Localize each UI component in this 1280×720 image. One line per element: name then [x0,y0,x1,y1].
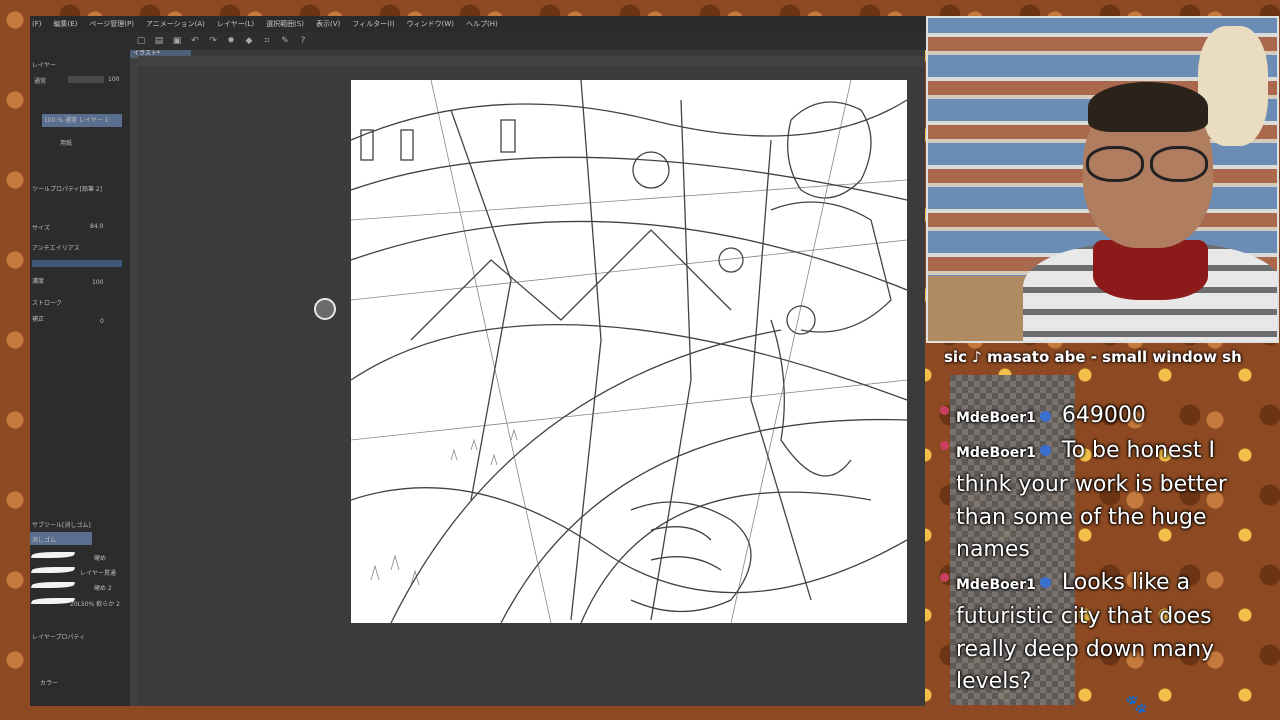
brush-name-4[interactable]: 20L50% 軟らか 2 [70,599,120,608]
menu-bar: (F) 編集(E) ページ管理(P) アニメーション(A) レイヤー(L) 選択… [30,16,927,32]
opacity-slider[interactable] [68,76,104,83]
menu-view[interactable]: 表示(V) [316,16,340,32]
density-label: 濃度 [32,278,45,285]
menu-window[interactable]: ウィンドウ(W) [407,16,454,32]
layer-panel-label: レイヤー [32,62,56,69]
antialias-label: アンチエイリアス [32,245,80,252]
menu-page[interactable]: ページ管理(P) [89,16,134,32]
sketch-drawing [351,80,907,623]
save-icon[interactable]: ▣ [172,36,182,46]
menu-help[interactable]: ヘルプ(H) [466,16,498,32]
cat-paw-icon: 🐾 [1125,694,1148,715]
menu-file[interactable]: (F) [32,16,42,32]
transform-icon[interactable]: ⌗ [262,36,272,46]
menu-layer[interactable]: レイヤー(L) [217,16,254,32]
open-icon[interactable]: ▤ [154,36,164,46]
pen-icon[interactable]: ✎ [280,36,290,46]
left-panel: レイヤー 通常 100 100 % 通常 レイヤー 1 用紙 ツールプロパティ[… [30,32,130,706]
chat-username: MdeBoer1 [956,444,1036,461]
brush-name-3[interactable]: 硬め 2 [94,583,112,592]
brush-name-1[interactable]: 硬め [94,553,106,562]
command-bar: ▢ ▤ ▣ ↶ ↷ ✹ ◆ ⌗ ✎ ? [130,32,931,50]
correction-label: 補正 [32,316,45,323]
size-label: サイズ [32,225,50,232]
layer-name: 100 % 通常 レイヤー 1 [44,117,109,124]
tool-property-label: ツールプロパティ[鉛筆 2] [32,186,103,193]
opacity-value: 100 [108,76,120,83]
chat-panel: MdeBoer1 649000 MdeBoer1 To be honest I … [940,400,1256,699]
chat-message: MdeBoer1 Looks like a futuristic city th… [940,567,1256,699]
redo-icon[interactable]: ↷ [208,36,218,46]
brush-cursor-icon [314,298,336,320]
settings-icon[interactable]: ✹ [226,36,236,46]
brush-preview-2[interactable] [30,567,76,573]
chat-text: 649000 [1061,403,1146,428]
brush-name-2[interactable]: レイヤー貫通 [80,568,116,577]
subscriber-badge-icon [1039,577,1051,588]
help-icon[interactable]: ? [298,36,308,46]
drawing-canvas[interactable] [351,80,907,623]
menu-edit[interactable]: 編集(E) [54,16,78,32]
undo-icon[interactable]: ↶ [190,36,200,46]
glasses [1078,146,1218,182]
brush-preview-3[interactable] [30,582,76,588]
red-collar [1093,240,1208,300]
now-playing-ticker: sic ♪ masato abe - small window sh [944,348,1242,366]
menu-animation[interactable]: アニメーション(A) [146,16,205,32]
vertical-ruler [130,50,138,706]
stroke-label: ストローク [32,300,63,307]
paper-layer[interactable]: 用紙 [60,138,72,147]
chat-username: MdeBoer1 [956,576,1036,593]
size-value[interactable]: 84.0 [90,223,103,230]
fill-icon[interactable]: ◆ [244,36,254,46]
color-label[interactable]: カラー [40,678,58,687]
layer-property-label: レイヤープロパティ [32,634,86,641]
moderator-dot-icon [940,572,949,582]
blend-mode-select[interactable]: 通常 [34,76,46,85]
subscriber-badge-icon [1039,410,1051,422]
density-value[interactable]: 100 [92,279,103,286]
moderator-dot-icon [940,440,949,450]
correction-value[interactable]: 0 [100,318,104,325]
moderator-dot-icon [940,406,949,415]
streamer-hair [1088,82,1208,132]
menu-selection[interactable]: 選択範囲(S) [266,16,304,32]
chat-message: MdeBoer1 To be honest I think your work … [940,435,1256,567]
chat-username: MdeBoer1 [956,410,1036,426]
chat-message: MdeBoer1 649000 [940,400,1256,435]
brush-preview-4[interactable] [30,598,76,604]
antialias-options[interactable] [32,260,122,267]
webcam-overlay [926,16,1279,343]
subtool-label: サブツール[消しゴム] [32,522,91,529]
teddy-bear [1198,26,1268,146]
subscriber-badge-icon [1039,445,1051,456]
brush-preview-1[interactable] [30,552,76,558]
eraser-label: 消しゴム [32,537,57,544]
menu-filter[interactable]: フィルター(I) [352,16,394,32]
new-file-icon[interactable]: ▢ [136,36,146,46]
